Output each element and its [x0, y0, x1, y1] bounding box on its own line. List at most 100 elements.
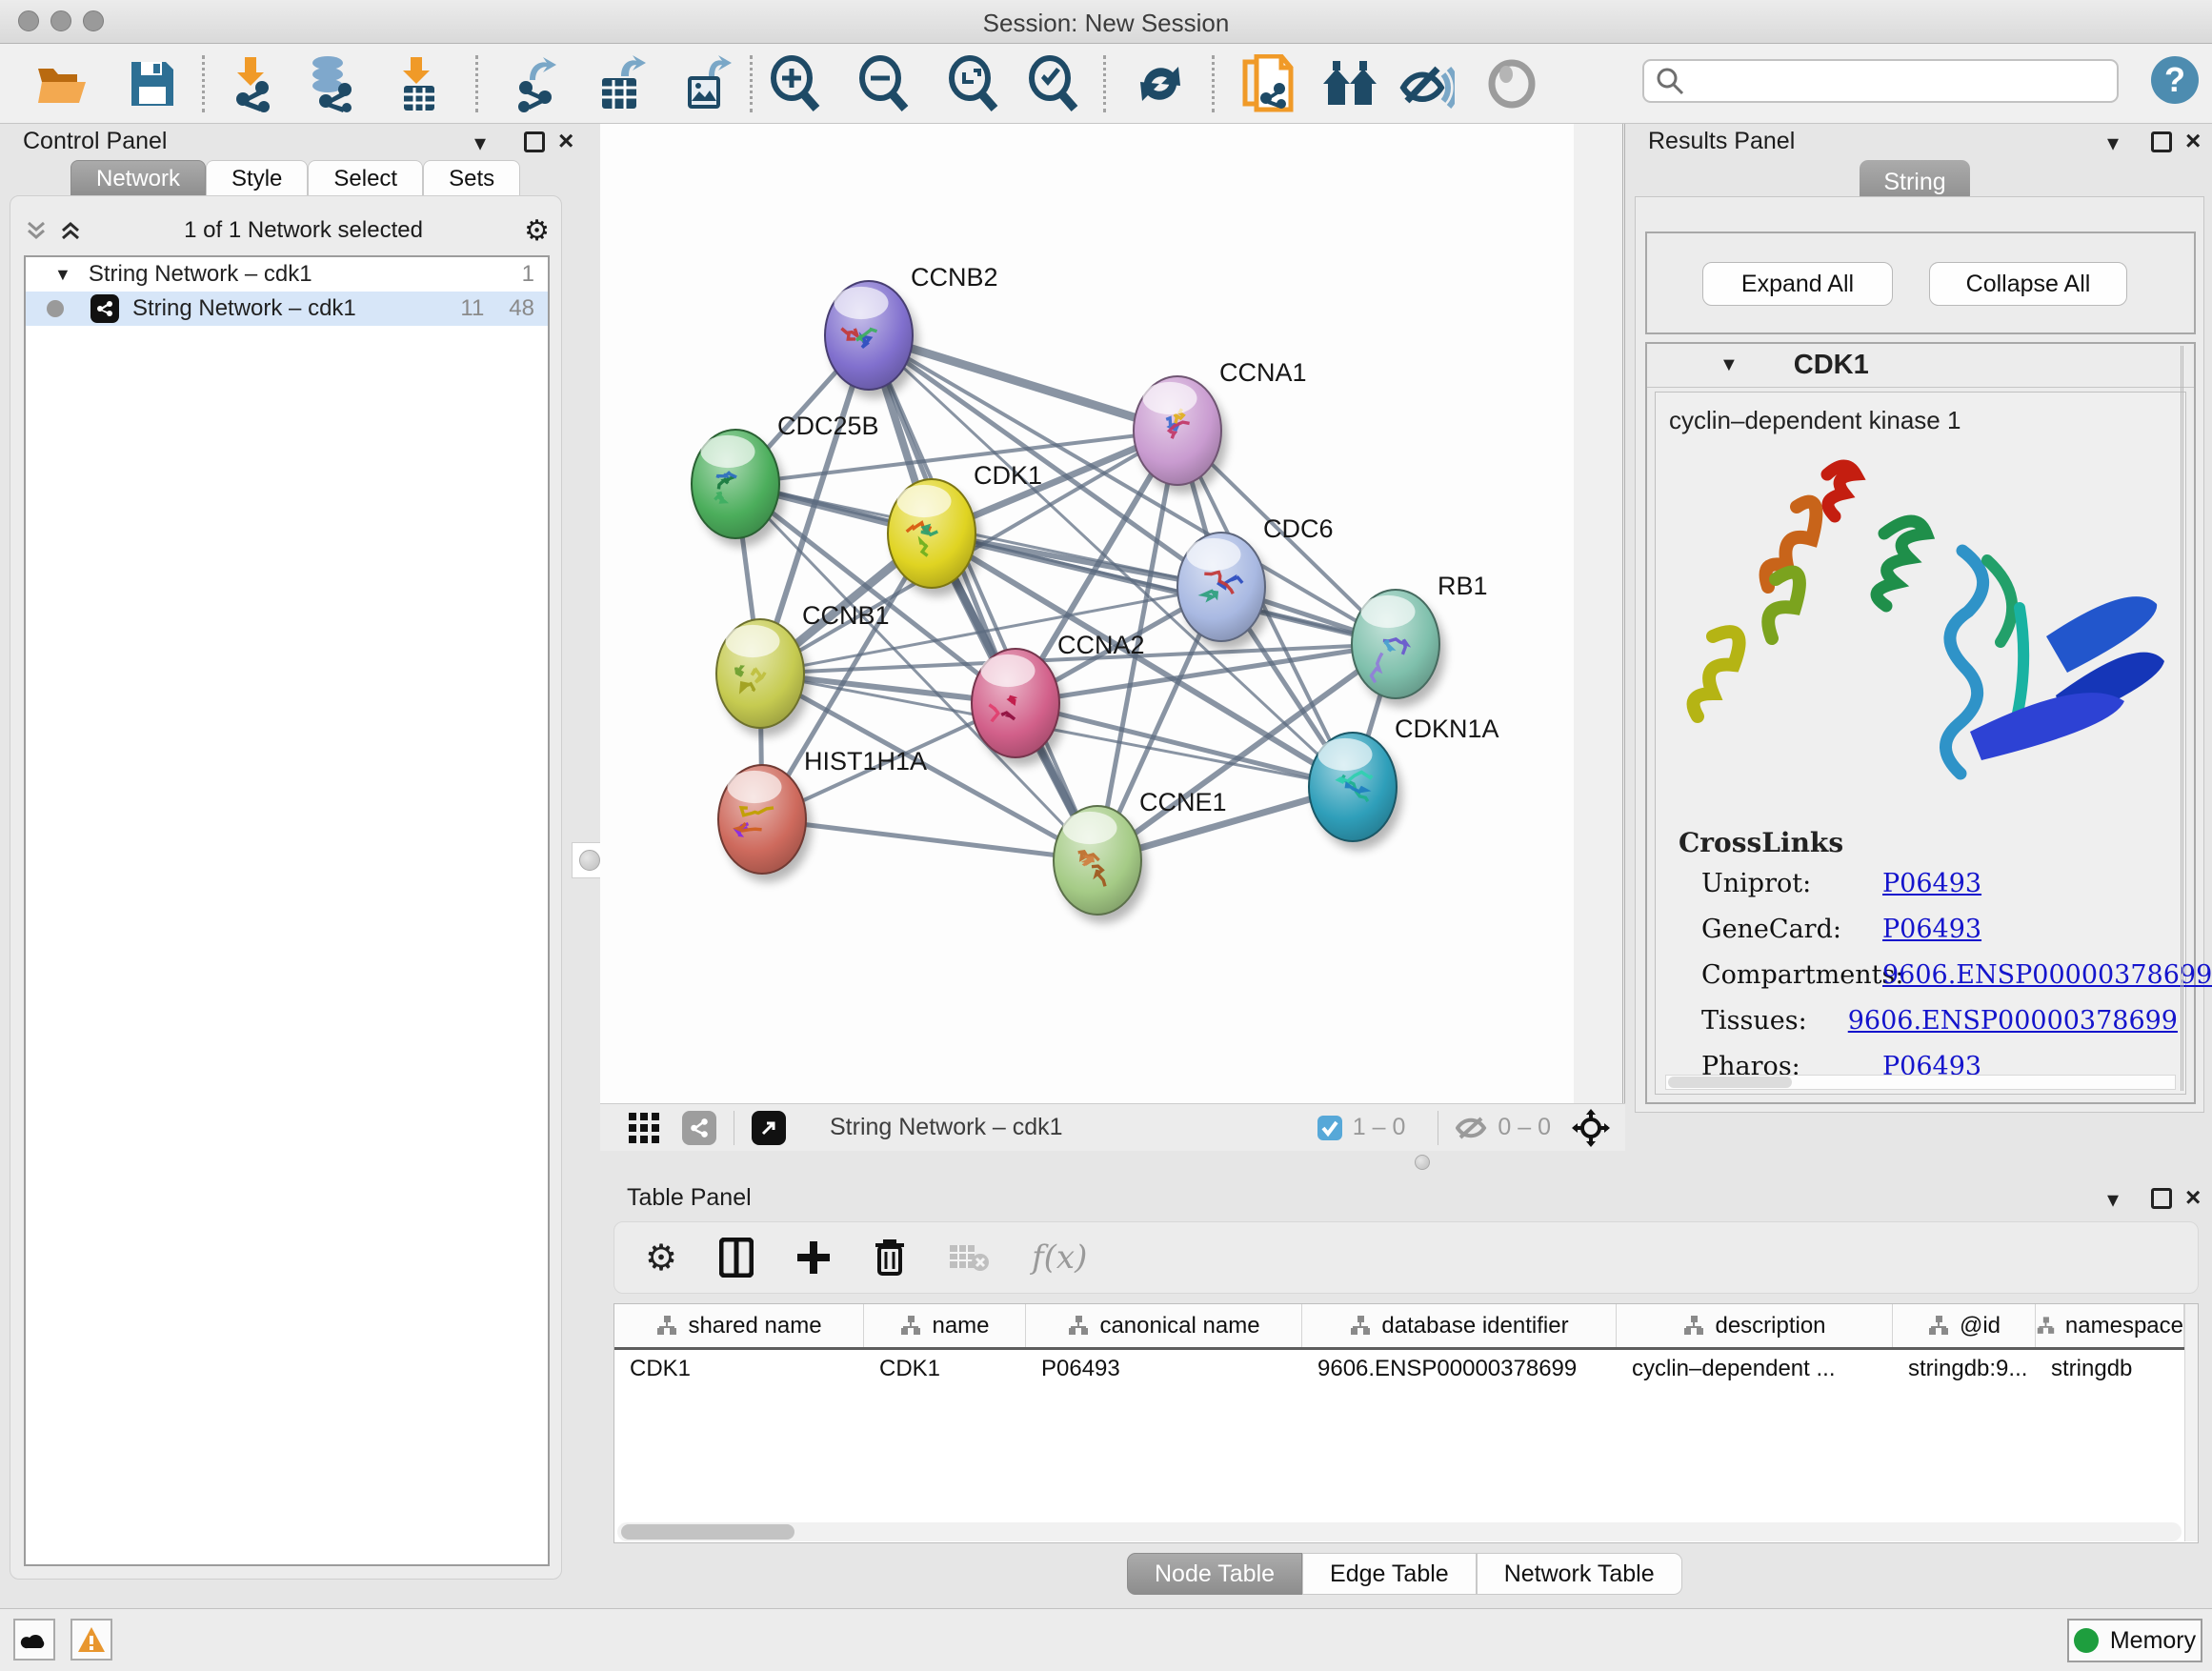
toolbar-separator [750, 55, 753, 112]
birds-eye-grid-icon[interactable] [627, 1111, 661, 1145]
table-cell[interactable]: P06493 [1026, 1356, 1302, 1382]
column-header-canonical-name[interactable]: canonical name [1026, 1304, 1302, 1347]
zoom-out-icon[interactable] [855, 55, 913, 112]
results-panel-close-icon[interactable]: × [2185, 126, 2201, 156]
edge-CCNA2-CDKN1A[interactable] [1016, 703, 1353, 787]
zoom-in-icon[interactable] [767, 55, 824, 112]
table-cell[interactable]: stringdb:9... [1893, 1356, 2036, 1382]
network-collection-label: String Network – cdk1 [89, 261, 312, 288]
hide-graphics-details-icon[interactable] [1398, 55, 1456, 112]
table-vscrollbar[interactable] [2184, 1304, 2198, 1541]
node-CCNE1[interactable]: CCNE1 [1054, 788, 1227, 923]
import-network-icon[interactable] [221, 55, 278, 112]
network-canvas[interactable]: CCNB2CCNA1CDC25BCDK1CDC6RB1CCNB1CCNA2CDK… [600, 124, 1574, 1103]
tab-style[interactable]: Style [206, 160, 308, 198]
export-table-icon[interactable] [592, 55, 649, 112]
create-column-plus-icon[interactable] [795, 1239, 832, 1276]
node-table[interactable]: shared namenamecanonical namedatabase id… [613, 1303, 2199, 1543]
memory-button[interactable]: Memory [2067, 1619, 2202, 1662]
table-cell[interactable]: CDK1 [614, 1356, 864, 1382]
network-selected-status: 1 of 1 Network selected [83, 217, 524, 244]
network-tree-root-row[interactable]: ▼ String Network – cdk1 1 [26, 257, 548, 292]
gene-expander-icon[interactable]: ▼ [1719, 354, 1739, 376]
control-panel-float-icon[interactable] [524, 131, 545, 152]
tab-network-table[interactable]: Network Table [1477, 1553, 1682, 1595]
search-input[interactable] [1684, 68, 2094, 94]
tab-node-table[interactable]: Node Table [1127, 1553, 1302, 1595]
column-header--id[interactable]: @id [1893, 1304, 2036, 1347]
crosslink-link[interactable]: 9606.ENSP00000378699 [1882, 960, 2212, 990]
table-row[interactable]: CDK1CDK1P064939606.ENSP00000378699cyclin… [614, 1350, 2198, 1388]
tab-sets[interactable]: Sets [423, 160, 520, 198]
tree-expander-icon[interactable]: ▼ [54, 265, 71, 285]
node-label-CCNA1: CCNA1 [1219, 358, 1307, 387]
gene-section-header[interactable]: ▼ CDK1 [1647, 344, 2194, 388]
control-panel-menu-icon[interactable]: ▾ [474, 130, 486, 157]
tab-edge-table[interactable]: Edge Table [1302, 1553, 1477, 1595]
crosslink-link[interactable]: 9606.ENSP00000378699 [1848, 1006, 2178, 1036]
bottom-splitter-handle[interactable] [1415, 1155, 1430, 1170]
gene-detail-hscrollbar[interactable] [1665, 1075, 2176, 1090]
function-builder-icon[interactable]: f(x) [1032, 1238, 1087, 1277]
table-settings-gear-icon[interactable]: ⚙ [645, 1237, 677, 1279]
crosslink-link[interactable]: P06493 [1882, 915, 1981, 944]
column-header-description[interactable]: description [1617, 1304, 1893, 1347]
column-header-database-identifier[interactable]: database identifier [1302, 1304, 1617, 1347]
expand-all-icon[interactable] [24, 218, 49, 243]
table-cell[interactable]: cyclin–dependent ... [1617, 1356, 1893, 1382]
fit-content-crosshair-icon[interactable] [1572, 1109, 1610, 1147]
help-button[interactable]: ? [2151, 56, 2199, 104]
import-table-icon[interactable] [388, 55, 445, 112]
node-HIST1H1A[interactable]: HIST1H1A [718, 747, 927, 882]
share-network-icon[interactable] [682, 1111, 716, 1145]
delete-column-trash-icon[interactable] [874, 1238, 906, 1278]
column-header-namespace[interactable]: namespace [2036, 1304, 2184, 1347]
table-hscrollbar[interactable] [617, 1522, 2182, 1541]
collapse-all-icon[interactable] [58, 218, 83, 243]
table-cell[interactable]: CDK1 [864, 1356, 1026, 1382]
table-panel-menu-icon[interactable]: ▾ [2107, 1186, 2119, 1214]
node-CDC6[interactable]: CDC6 [1177, 514, 1334, 650]
control-panel-close-icon[interactable]: × [558, 126, 573, 156]
results-panel-float-icon[interactable] [2151, 131, 2172, 152]
crosslink-link[interactable]: P06493 [1882, 869, 1981, 898]
apply-layout-icon[interactable] [1132, 55, 1189, 112]
collapse-all-button[interactable]: Collapse All [1929, 262, 2127, 306]
tab-select[interactable]: Select [308, 160, 423, 198]
hidden-eye-icon[interactable] [1456, 1116, 1488, 1140]
table-cell[interactable]: 9606.ENSP00000378699 [1302, 1356, 1617, 1382]
node-RB1[interactable]: RB1 [1352, 572, 1488, 707]
tab-network[interactable]: Network [70, 160, 206, 198]
show-graphics-details-icon[interactable] [1483, 55, 1540, 112]
open-session-icon[interactable] [34, 55, 91, 112]
search-box[interactable] [1642, 59, 2119, 103]
warning-button[interactable] [70, 1619, 112, 1661]
import-network-database-icon[interactable] [301, 55, 358, 112]
zoom-fit-icon[interactable] [945, 55, 1002, 112]
table-panel-float-icon[interactable] [2151, 1188, 2172, 1209]
edge-CCNE1-HIST1H1A[interactable] [762, 819, 1097, 860]
expand-all-button[interactable]: Expand All [1702, 262, 1893, 306]
export-image-icon[interactable] [677, 55, 734, 112]
network-options-gear-icon[interactable]: ⚙ [524, 214, 550, 248]
show-columns-icon[interactable] [719, 1238, 754, 1278]
clone-network-icon[interactable] [1239, 55, 1297, 112]
column-header-shared-name[interactable]: shared name [614, 1304, 864, 1347]
column-header-name[interactable]: name [864, 1304, 1026, 1347]
table-panel-close-icon[interactable]: × [2185, 1182, 2201, 1213]
selected-checkbox-icon[interactable] [1317, 1115, 1343, 1141]
zoom-selected-icon[interactable] [1025, 55, 1082, 112]
node-CCNB2[interactable]: CCNB2 [825, 263, 998, 398]
table-cell[interactable]: stringdb [2036, 1356, 2184, 1382]
network-tree-row-selected[interactable]: String Network – cdk1 11 48 [26, 292, 548, 326]
toolbar-separator [475, 55, 478, 112]
delete-table-icon[interactable] [948, 1241, 990, 1274]
cloud-button[interactable] [13, 1619, 55, 1661]
node-CDKN1A[interactable]: CDKN1A [1309, 715, 1499, 850]
node-CDK1[interactable]: CDK1 [888, 461, 1042, 596]
string-home-icon[interactable] [1321, 55, 1378, 112]
open-in-window-icon[interactable] [752, 1111, 786, 1145]
export-network-icon[interactable] [508, 55, 565, 112]
results-panel-menu-icon[interactable]: ▾ [2107, 130, 2119, 157]
save-session-icon[interactable] [124, 55, 181, 112]
